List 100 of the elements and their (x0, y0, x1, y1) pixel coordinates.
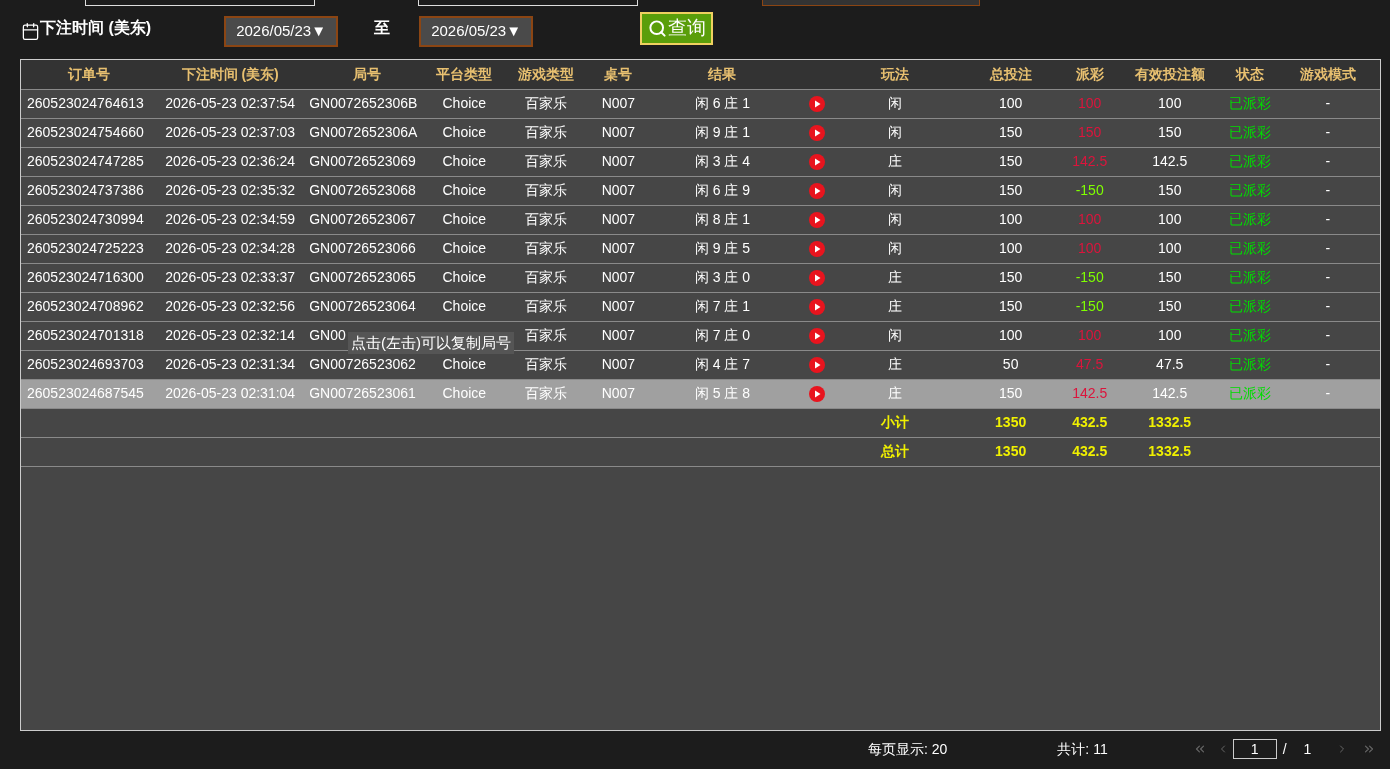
table-cell: 2026-05-23 02:32:56 (165, 298, 296, 314)
table-cell: N007 (601, 153, 636, 169)
table-cell: Choice (442, 95, 487, 111)
play-icon[interactable] (808, 124, 825, 141)
table-cell: - (1325, 356, 1331, 372)
total-count-text: 共计: 11 (1057, 739, 1108, 759)
table-cell: 闲 5 庄 8 (694, 385, 751, 401)
table-cell: 150 (1158, 182, 1182, 198)
play-icon[interactable] (808, 211, 825, 228)
table-cell: 2026-05-23 02:36:24 (165, 153, 296, 169)
play-icon[interactable] (808, 385, 825, 402)
table-cell: 百家乐 (525, 153, 568, 169)
table-row[interactable]: 260523024737386 2026-05-23 02:35:32 GN00726523068 Choice 百家乐 N007 闲 6 庄 9 闲 150 -150 150 已派彩 - (21, 176, 1380, 205)
table-cell: 150 (998, 124, 1023, 140)
table-cell: 260523024708962 (27, 298, 144, 314)
table-cell: 142.5 (1152, 153, 1188, 169)
table-cell: 2026-05-23 02:34:28 (165, 240, 296, 256)
table-cell: GN00726523068 (309, 182, 416, 198)
table-cell: GN00 (309, 327, 346, 343)
table-cell: 闲 (887, 95, 902, 111)
table-cell: 闲 9 庄 1 (694, 124, 751, 140)
table-cell: 已派彩 (1228, 124, 1271, 140)
table-cell: GN0072652306B (309, 95, 418, 111)
table-cell: - (1325, 153, 1331, 169)
table-row[interactable]: 260523024716300 2026-05-23 02:33:37 GN00726523065 Choice 百家乐 N007 闲 3 庄 0 庄 150 -150 150 已派彩 - (21, 263, 1380, 292)
table-cell: 150 (1158, 269, 1182, 285)
table-cell: 2026-05-23 02:34:59 (165, 211, 296, 227)
table-cell: 100 (1078, 240, 1102, 256)
table-cell: 260523024725223 (27, 240, 144, 256)
table-cell: 47.5 (1156, 356, 1184, 372)
table-cell: GN00726523067 (309, 211, 416, 227)
table-cell: - (1325, 182, 1331, 198)
table-cell: 2026-05-23 02:35:32 (165, 182, 296, 198)
table-cell: Choice (442, 269, 487, 285)
table-cell: -150 (1075, 269, 1104, 285)
table-cell: N007 (601, 240, 636, 256)
table-row[interactable]: 260523024693703 2026-05-23 02:31:34 GN00726523062 Choice 百家乐 N007 闲 4 庄 7 庄 50 47.5 47.5 已派彩 - (21, 350, 1380, 379)
table-cell: GN00726523064 (309, 298, 416, 314)
date-dropdown[interactable]: 2026/05/23▼ (224, 15, 339, 47)
page-input[interactable]: 1 (1232, 739, 1277, 759)
play-icon[interactable] (808, 298, 825, 315)
table-cell: 2026-05-23 02:32:14 (165, 327, 296, 343)
table-cell: 庄 (887, 298, 902, 314)
column-header: 游戏类型 (518, 65, 575, 82)
table-cell: 260523024693703 (27, 356, 144, 372)
table-cell: GN00726523061 (309, 385, 416, 401)
play-icon[interactable] (808, 327, 825, 344)
table-cell: N007 (601, 327, 636, 343)
play-icon[interactable] (808, 240, 825, 257)
table-cell: 已派彩 (1228, 298, 1271, 314)
table-row[interactable]: 260523024725223 2026-05-23 02:34:28 GN00726523066 Choice 百家乐 N007 闲 9 庄 5 闲 100 100 100 已派彩 - (21, 234, 1380, 263)
play-icon[interactable] (808, 182, 825, 199)
table-cell: 闲 7 庄 0 (694, 327, 751, 343)
table-cell: 100 (1158, 327, 1182, 343)
play-icon[interactable] (808, 153, 825, 170)
table-row[interactable]: 260523024764613 2026-05-23 02:37:54 GN0072652306B Choice 百家乐 N007 闲 6 庄 1 闲 100 100 100 已派彩 - (21, 89, 1380, 118)
table-row[interactable]: 260523024747285 2026-05-23 02:36:24 GN00726523069 Choice 百家乐 N007 闲 3 庄 4 庄 150 142.5 142.5 已派彩 - (21, 147, 1380, 176)
table-cell: 闲 3 庄 0 (694, 269, 751, 285)
table-cell: 已派彩 (1228, 95, 1271, 111)
table-cell: 260523024716300 (27, 269, 144, 285)
table-cell: Choice (442, 124, 487, 140)
table-cell: 闲 6 庄 1 (694, 95, 751, 111)
table-cell: 100 (998, 95, 1023, 111)
table-cell: 260523024747285 (27, 153, 144, 169)
table-cell: 百家乐 (525, 327, 568, 343)
table-cell: 2026-05-23 02:37:54 (165, 95, 296, 111)
table-cell: 100 (1078, 95, 1102, 111)
table-cell: 已派彩 (1228, 153, 1271, 169)
table-cell: 闲 7 庄 1 (694, 298, 751, 314)
table-cell: N007 (601, 211, 636, 227)
table-cell: 150 (998, 269, 1023, 285)
table-cell: Choice (442, 153, 487, 169)
table-cell: Choice (442, 356, 487, 372)
table-row[interactable]: 260523024708962 2026-05-23 02:32:56 GN00726523064 Choice 百家乐 N007 闲 7 庄 1 庄 150 -150 150 已派彩 - (21, 292, 1380, 321)
table-cell: 百家乐 (525, 385, 568, 401)
table-cell: N007 (601, 356, 636, 372)
table-cell: 已派彩 (1228, 211, 1271, 227)
table-cell: - (1325, 211, 1331, 227)
play-icon[interactable] (808, 356, 825, 373)
table-cell: 142.5 (1072, 385, 1108, 401)
table-cell: - (1325, 240, 1331, 256)
total-label: 小计 (880, 414, 909, 430)
table-row[interactable]: 260523024730994 2026-05-23 02:34:59 GN00726523067 Choice 百家乐 N007 闲 8 庄 1 闲 100 100 100 已派彩 - (21, 205, 1380, 234)
table-cell: 260523024701318 (27, 327, 144, 343)
play-icon[interactable] (808, 269, 825, 286)
table-cell: -150 (1075, 298, 1104, 314)
table-cell: 100 (998, 327, 1023, 343)
table-cell: 闲 (887, 211, 902, 227)
page-separator: / (1282, 739, 1287, 759)
play-icon[interactable] (808, 95, 825, 112)
table-cell: 100 (1158, 211, 1182, 227)
table-cell: 闲 (887, 182, 902, 198)
table-cell: 2026-05-23 02:37:03 (165, 124, 296, 140)
table-row[interactable]: 260523024754660 2026-05-23 02:37:03 GN0072652306A Choice 百家乐 N007 闲 9 庄 1 闲 150 150 150 已派彩 - (21, 118, 1380, 147)
total-value: 432.5 (1072, 443, 1108, 459)
date-dropdown[interactable]: 2026/05/23▼ (419, 15, 534, 47)
table-cell: GN0072652306A (309, 124, 418, 140)
table-cell: 100 (998, 211, 1023, 227)
input-field[interactable] (762, 0, 980, 6)
table-cell: 百家乐 (525, 124, 568, 140)
